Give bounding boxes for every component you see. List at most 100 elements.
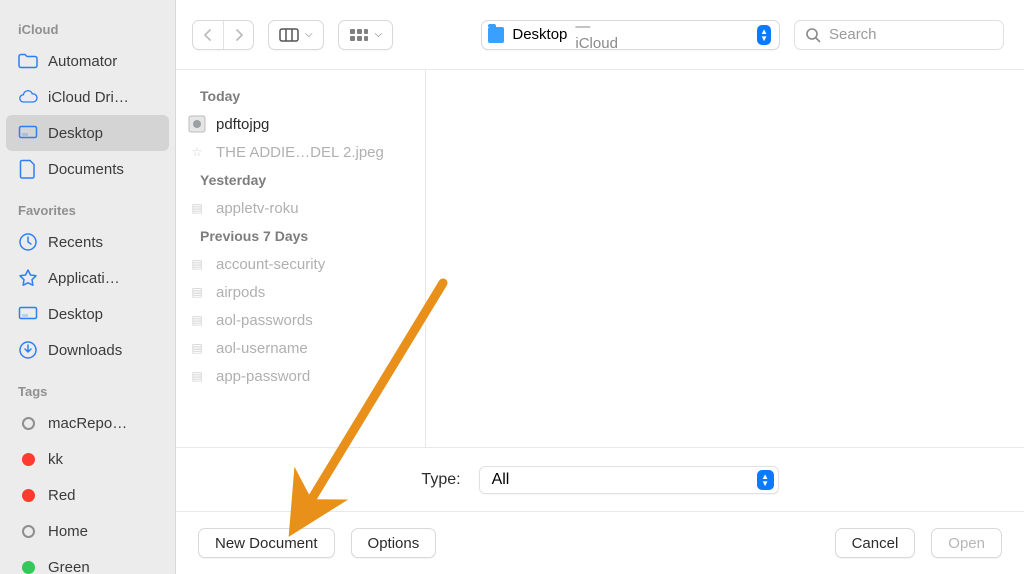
sidebar-item-label: Documents [48, 161, 165, 178]
columns-view-icon: ⌵ [269, 21, 323, 49]
workflow-icon [188, 115, 206, 133]
toolbar: ⌵ ⌵ Desktop — iCloud ▲▼ [176, 0, 1024, 70]
options-button[interactable]: Options [351, 528, 437, 558]
view-columns-button[interactable]: ⌵ [268, 20, 324, 50]
tag-icon [18, 413, 38, 433]
location-source: — iCloud [575, 18, 625, 52]
file-name: THE ADDIE…DEL 2.jpeg [216, 144, 384, 161]
sidebar-item-documents[interactable]: Documents [0, 151, 175, 187]
open-button[interactable]: Open [931, 528, 1002, 558]
file-row[interactable]: ▤ app-password [176, 362, 425, 390]
clock-icon [18, 232, 38, 252]
image-icon: ☆ [188, 143, 206, 161]
type-value: All [492, 471, 510, 489]
image-icon: ▤ [188, 367, 206, 385]
file-name: aol-username [216, 340, 308, 357]
file-name: account-security [216, 256, 325, 273]
sidebar-item-applications[interactable]: Applicati… [0, 260, 175, 296]
applications-icon [18, 268, 38, 288]
desktop-icon [18, 304, 38, 324]
sidebar-section-icloud: iCloud [0, 8, 175, 43]
tag-icon [18, 449, 38, 469]
preview-column [426, 70, 1024, 447]
sidebar-item-automator[interactable]: Automator [0, 43, 175, 79]
file-row[interactable]: ▤ airpods [176, 278, 425, 306]
nav-back-forward [192, 20, 254, 50]
group-yesterday: Yesterday [176, 166, 425, 194]
sidebar-item-label: Desktop [48, 125, 159, 142]
sidebar-item-label: Downloads [48, 342, 165, 359]
image-icon: ▤ [188, 311, 206, 329]
main: ⌵ ⌵ Desktop — iCloud ▲▼ [176, 0, 1024, 574]
sidebar-item-label: kk [48, 451, 165, 468]
sidebar-item-recents[interactable]: Recents [0, 224, 175, 260]
group-today: Today [176, 82, 425, 110]
search-input[interactable] [829, 26, 1024, 43]
file-row[interactable]: pdftojpg [176, 110, 425, 138]
image-icon: ▤ [188, 255, 206, 273]
sidebar-item-icloud-drive[interactable]: iCloud Dri… [0, 79, 175, 115]
tag-icon [18, 557, 38, 574]
sidebar: iCloud Automator iCloud Dri… Desktop Doc… [0, 0, 176, 574]
tag-icon [18, 521, 38, 541]
file-row[interactable]: ▤ aol-passwords [176, 306, 425, 334]
cancel-button[interactable]: Cancel [835, 528, 916, 558]
chevron-down-icon: ⌵ [375, 29, 383, 40]
sidebar-item-downloads[interactable]: Downloads [0, 332, 175, 368]
file-row[interactable]: ▤ account-security [176, 250, 425, 278]
desktop-icon [18, 123, 38, 143]
group-by-button[interactable]: ⌵ [338, 20, 394, 50]
updown-chevron-icon: ▲▼ [757, 470, 774, 490]
updown-chevron-icon: ▲▼ [757, 25, 771, 45]
type-select[interactable]: All ▲▼ [479, 466, 779, 494]
sidebar-tag-home[interactable]: Home [0, 513, 175, 549]
type-bar: Type: All ▲▼ [176, 448, 1024, 512]
sidebar-item-label: Red [48, 487, 165, 504]
sidebar-tag-green[interactable]: Green [0, 549, 175, 574]
image-icon: ▤ [188, 339, 206, 357]
sidebar-item-label: iCloud Dri… [48, 89, 165, 106]
location-popup[interactable]: Desktop — iCloud ▲▼ [481, 20, 780, 50]
search-icon [805, 27, 821, 43]
group-prev7: Previous 7 Days [176, 222, 425, 250]
type-label: Type: [421, 471, 460, 489]
file-browser: Today pdftojpg ☆ THE ADDIE…DEL 2.jpeg Ye… [176, 70, 1024, 448]
sidebar-item-label: Home [48, 523, 165, 540]
search-field[interactable] [794, 20, 1004, 50]
folder-icon [488, 27, 504, 43]
forward-button[interactable] [223, 21, 253, 49]
file-column: Today pdftojpg ☆ THE ADDIE…DEL 2.jpeg Ye… [176, 70, 426, 447]
file-row[interactable]: ☆ THE ADDIE…DEL 2.jpeg [176, 138, 425, 166]
back-button[interactable] [193, 21, 223, 49]
file-name: airpods [216, 284, 265, 301]
cloud-icon [18, 87, 38, 107]
file-name: appletv-roku [216, 200, 299, 217]
sidebar-item-label: macRepo… [48, 415, 165, 432]
sidebar-item-desktop[interactable]: Desktop [6, 115, 169, 151]
sidebar-tag-macreports[interactable]: macRepo… [0, 405, 175, 441]
sidebar-item-label: Recents [48, 234, 165, 251]
folder-icon [18, 51, 38, 71]
image-icon: ▤ [188, 283, 206, 301]
document-icon [18, 159, 38, 179]
image-icon: ▤ [188, 199, 206, 217]
new-document-button[interactable]: New Document [198, 528, 335, 558]
chevron-down-icon: ⌵ [305, 29, 313, 40]
sidebar-tag-red[interactable]: Red [0, 477, 175, 513]
location-folder: Desktop [512, 26, 567, 43]
sidebar-item-label: Automator [48, 53, 165, 70]
file-name: app-password [216, 368, 310, 385]
sidebar-item-desktop-fav[interactable]: Desktop [0, 296, 175, 332]
grid-group-icon: ⌵ [339, 21, 393, 49]
download-icon [18, 340, 38, 360]
sidebar-item-label: Desktop [48, 306, 165, 323]
file-name: aol-passwords [216, 312, 313, 329]
tag-icon [18, 485, 38, 505]
file-row[interactable]: ▤ appletv-roku [176, 194, 425, 222]
sidebar-item-label: Green [48, 559, 165, 574]
file-row[interactable]: ▤ aol-username [176, 334, 425, 362]
sidebar-section-tags: Tags [0, 368, 175, 405]
sidebar-item-label: Applicati… [48, 270, 165, 287]
button-bar: New Document Options Cancel Open [176, 512, 1024, 574]
sidebar-tag-kk[interactable]: kk [0, 441, 175, 477]
